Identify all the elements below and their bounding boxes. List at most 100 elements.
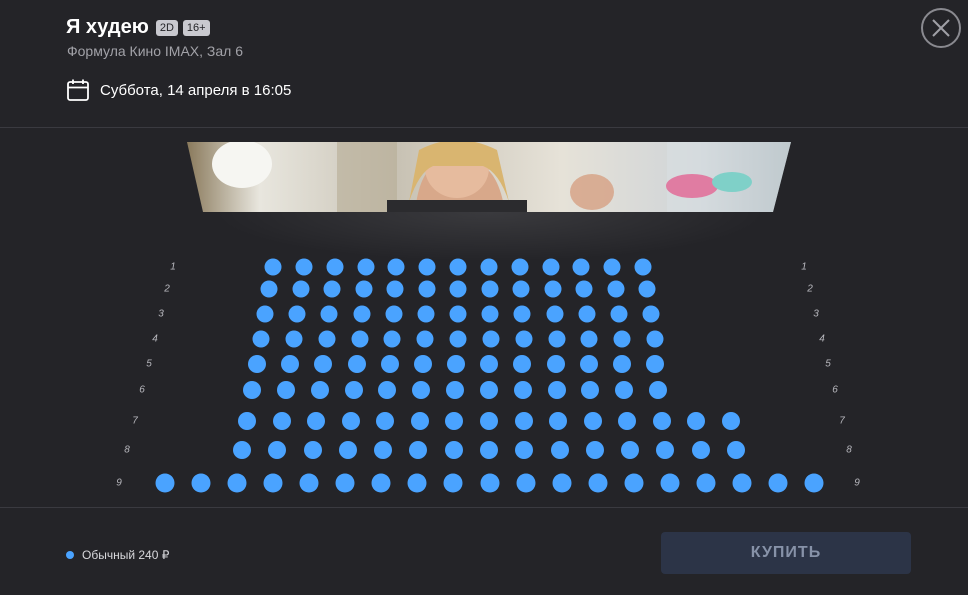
seat[interactable] bbox=[449, 280, 467, 298]
seat[interactable] bbox=[621, 441, 640, 459]
seat[interactable] bbox=[515, 441, 534, 459]
seat[interactable] bbox=[579, 355, 598, 373]
seat[interactable] bbox=[344, 381, 363, 399]
seat[interactable] bbox=[341, 412, 360, 430]
seat[interactable] bbox=[603, 258, 621, 276]
seat[interactable] bbox=[546, 305, 563, 323]
seat[interactable] bbox=[696, 473, 716, 493]
seat[interactable] bbox=[292, 280, 309, 298]
seat[interactable] bbox=[610, 305, 628, 323]
seat[interactable] bbox=[612, 355, 631, 373]
seat[interactable] bbox=[607, 280, 624, 298]
seat[interactable] bbox=[449, 305, 467, 323]
seat[interactable] bbox=[299, 473, 319, 493]
buy-button[interactable]: КУПИТЬ bbox=[661, 532, 911, 574]
seat[interactable] bbox=[513, 305, 531, 323]
seat[interactable] bbox=[516, 473, 536, 493]
seat[interactable] bbox=[552, 473, 572, 493]
seat[interactable] bbox=[480, 258, 498, 276]
seat[interactable] bbox=[660, 473, 680, 493]
seat[interactable] bbox=[318, 330, 336, 348]
seat[interactable] bbox=[238, 412, 256, 430]
seat[interactable] bbox=[303, 441, 322, 459]
seat[interactable] bbox=[548, 330, 565, 348]
seat[interactable] bbox=[288, 305, 306, 323]
seat[interactable] bbox=[407, 473, 427, 493]
seat[interactable] bbox=[511, 258, 529, 276]
seat[interactable] bbox=[314, 355, 333, 373]
seat[interactable] bbox=[691, 441, 710, 459]
seat[interactable] bbox=[550, 441, 569, 459]
seat[interactable] bbox=[547, 381, 566, 399]
seat[interactable] bbox=[447, 355, 465, 373]
seat[interactable] bbox=[383, 330, 401, 348]
seat[interactable] bbox=[357, 258, 374, 276]
seat[interactable] bbox=[515, 330, 533, 348]
seat[interactable] bbox=[443, 473, 463, 493]
seat[interactable] bbox=[768, 473, 788, 493]
seat[interactable] bbox=[295, 258, 313, 276]
seat[interactable] bbox=[482, 330, 500, 348]
seat[interactable] bbox=[413, 355, 432, 373]
seat[interactable] bbox=[418, 258, 436, 276]
seat[interactable] bbox=[480, 473, 499, 493]
seat[interactable] bbox=[417, 305, 435, 323]
seat[interactable] bbox=[445, 412, 464, 430]
seat[interactable] bbox=[380, 355, 399, 373]
seat[interactable] bbox=[722, 412, 740, 430]
seat[interactable] bbox=[252, 330, 270, 348]
seat[interactable] bbox=[233, 441, 251, 459]
seat[interactable] bbox=[580, 330, 598, 348]
seat[interactable] bbox=[479, 381, 498, 399]
seat[interactable] bbox=[243, 381, 261, 399]
seat[interactable] bbox=[581, 381, 600, 399]
seat[interactable] bbox=[355, 280, 372, 298]
seat[interactable] bbox=[512, 280, 530, 298]
seat[interactable] bbox=[326, 258, 344, 276]
seat[interactable] bbox=[542, 258, 559, 276]
seat[interactable] bbox=[378, 381, 397, 399]
seat[interactable] bbox=[727, 441, 745, 459]
seat[interactable] bbox=[256, 305, 274, 323]
seat[interactable] bbox=[544, 280, 561, 298]
seat[interactable] bbox=[418, 280, 435, 298]
seat[interactable] bbox=[615, 381, 634, 399]
seat[interactable] bbox=[338, 441, 357, 459]
seat[interactable] bbox=[732, 473, 752, 493]
seat[interactable] bbox=[310, 381, 329, 399]
seat[interactable] bbox=[618, 412, 637, 430]
seat[interactable] bbox=[649, 381, 667, 399]
seat[interactable] bbox=[285, 330, 303, 348]
seat[interactable] bbox=[656, 441, 675, 459]
seat[interactable] bbox=[513, 355, 532, 373]
seat[interactable] bbox=[260, 280, 278, 298]
seat[interactable] bbox=[646, 355, 664, 373]
seat[interactable] bbox=[578, 305, 596, 323]
seat[interactable] bbox=[353, 305, 370, 323]
seat[interactable] bbox=[416, 330, 434, 348]
seat[interactable] bbox=[804, 473, 824, 493]
seat[interactable] bbox=[480, 412, 498, 430]
seat[interactable] bbox=[374, 441, 393, 459]
seat[interactable] bbox=[514, 412, 533, 430]
seat[interactable] bbox=[387, 258, 405, 276]
seat[interactable] bbox=[268, 441, 287, 459]
seat[interactable] bbox=[320, 305, 338, 323]
seat[interactable] bbox=[575, 280, 593, 298]
seat[interactable] bbox=[444, 441, 463, 459]
seat[interactable] bbox=[546, 355, 565, 373]
seat[interactable] bbox=[624, 473, 644, 493]
seat[interactable] bbox=[646, 330, 664, 348]
seat[interactable] bbox=[449, 330, 467, 348]
seat[interactable] bbox=[281, 355, 300, 373]
seat[interactable] bbox=[638, 280, 656, 298]
seat[interactable] bbox=[409, 441, 428, 459]
seat[interactable] bbox=[652, 412, 671, 430]
seat[interactable] bbox=[613, 330, 631, 348]
seat[interactable] bbox=[386, 280, 404, 298]
seat[interactable] bbox=[385, 305, 403, 323]
seat[interactable] bbox=[513, 381, 532, 399]
seat[interactable] bbox=[480, 355, 499, 373]
seat[interactable] bbox=[572, 258, 590, 276]
seat[interactable] bbox=[634, 258, 652, 276]
